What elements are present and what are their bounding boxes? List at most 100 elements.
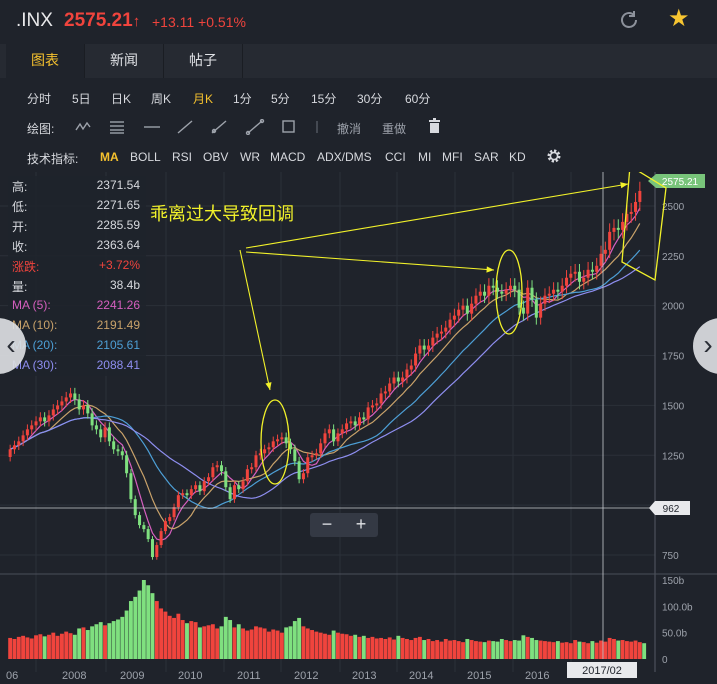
volume-bar (288, 626, 293, 659)
candle (431, 337, 435, 346)
candle (8, 449, 12, 457)
indicator-4[interactable]: WR (240, 150, 260, 164)
volume-bar (599, 640, 603, 659)
volume-bar (448, 640, 453, 659)
zoom-out-button[interactable]: − (310, 514, 344, 535)
volume-bar (543, 641, 547, 659)
period-5[interactable]: 1分 (233, 90, 252, 107)
volume-bar (486, 640, 491, 659)
redo-button[interactable]: 重做 (382, 120, 406, 137)
tab-1[interactable]: 新闻 (85, 44, 164, 78)
volume-bar (624, 641, 629, 659)
volume-bar (236, 624, 241, 659)
candle (271, 441, 275, 448)
candle (120, 451, 124, 456)
x-tick-label: 2014 (409, 670, 433, 682)
indicator-1[interactable]: BOLL (130, 150, 161, 164)
undo-button[interactable]: 撤消 (337, 120, 361, 137)
volume-bar (314, 631, 319, 659)
period-4[interactable]: 月K (193, 90, 213, 107)
candle (491, 285, 495, 288)
volume-bar (405, 638, 409, 659)
volume-bar (219, 626, 224, 659)
x-tick-label: 2016 (525, 670, 549, 682)
indicator-11[interactable]: KD (509, 150, 526, 164)
period-3[interactable]: 周K (151, 90, 171, 107)
star-icon[interactable]: ★ (668, 7, 690, 31)
candle (228, 487, 232, 500)
volume-bar (51, 632, 56, 659)
candle (452, 315, 456, 320)
volume-bar (581, 642, 586, 659)
candle (608, 231, 612, 250)
candle (435, 333, 439, 338)
zoom-controls: − + (310, 513, 378, 537)
indicator-8[interactable]: MI (418, 150, 431, 164)
volume-bar (361, 635, 366, 659)
period-9[interactable]: 60分 (405, 90, 430, 107)
rect-tool-icon (282, 120, 295, 133)
candle (349, 421, 353, 424)
candle (388, 383, 392, 392)
annotation-arrow-2015-head (486, 266, 494, 273)
y-tick-label: 1500 (662, 401, 685, 412)
period-7[interactable]: 15分 (311, 90, 336, 107)
volume-bar (297, 617, 302, 659)
candle (582, 277, 586, 282)
indicator-7[interactable]: CCI (385, 150, 406, 164)
candle (556, 289, 560, 292)
volume-bar (107, 623, 112, 659)
period-6[interactable]: 5分 (271, 90, 290, 107)
segment-tool-icon (177, 120, 193, 134)
volume-bar (228, 620, 233, 659)
info-value: 2088.41 (96, 358, 140, 372)
candle (616, 227, 620, 230)
indicator-2[interactable]: RSI (172, 150, 192, 164)
gear-icon[interactable] (546, 148, 562, 164)
candle (81, 405, 85, 410)
period-bar: 分时 5日 日K 周K 月K 1分 5分 15分 30分 60分 (0, 82, 717, 112)
candle (487, 285, 491, 296)
volume-bar (439, 641, 444, 659)
volume-bar (176, 613, 181, 659)
zoom-in-button[interactable]: + (344, 514, 378, 535)
candle (181, 493, 185, 496)
tab-0[interactable]: 图表 (6, 44, 85, 78)
trash-icon[interactable] (428, 118, 441, 134)
refresh-icon[interactable] (618, 9, 640, 31)
candle (379, 393, 383, 404)
price-change: +13.11 +0.51% (152, 14, 246, 30)
tab-2[interactable]: 帖子 (164, 44, 243, 78)
crosshair-y-label: 962 (663, 504, 680, 515)
tab-bar: 图表 新闻 帖子 (0, 44, 717, 78)
candle (375, 403, 379, 406)
indicator-5[interactable]: MACD (270, 150, 305, 164)
volume-bar (29, 638, 34, 659)
candle (56, 405, 60, 410)
candle (621, 221, 625, 230)
candle (332, 429, 336, 442)
period-1[interactable]: 5日 (72, 90, 91, 107)
candle (64, 397, 68, 402)
indicator-10[interactable]: SAR (474, 150, 499, 164)
volume-bar (318, 632, 323, 659)
volume-bar (292, 621, 297, 659)
candle (133, 499, 137, 516)
volume-bar (409, 640, 414, 659)
candle (146, 529, 150, 540)
period-0[interactable]: 分时 (27, 90, 51, 107)
indicator-3[interactable]: OBV (203, 150, 228, 164)
indicator-6[interactable]: ADX/DMS (317, 150, 372, 164)
volume-bar (573, 640, 578, 659)
period-8[interactable]: 30分 (357, 90, 382, 107)
candle (17, 441, 21, 446)
candle (77, 399, 81, 410)
candle (634, 201, 638, 212)
volume-bar (400, 637, 405, 659)
indicator-0[interactable]: MA (100, 150, 119, 164)
period-2[interactable]: 日K (111, 90, 131, 107)
candle (159, 531, 163, 546)
candle (366, 407, 370, 420)
volume-bar (159, 608, 164, 659)
indicator-9[interactable]: MFI (442, 150, 463, 164)
